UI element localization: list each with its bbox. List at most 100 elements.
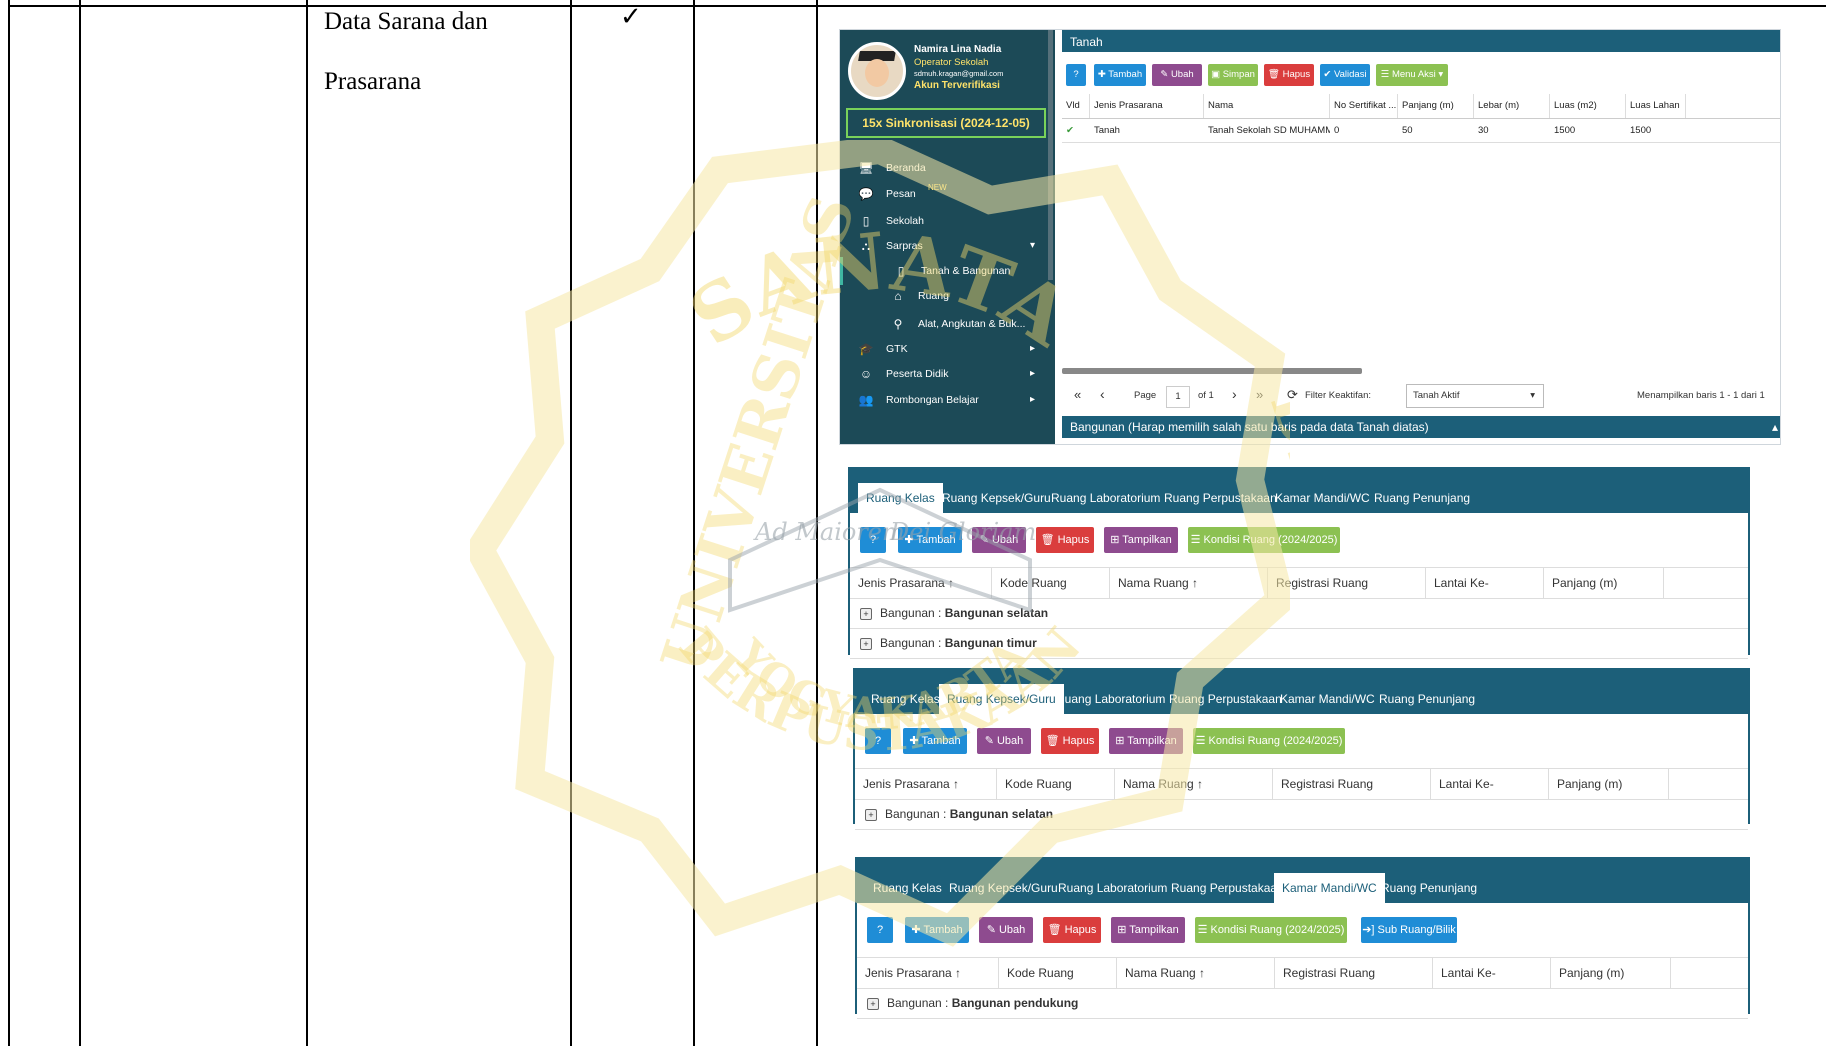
- tab-kamar-mandi-wc[interactable]: Kamar Mandi/WC: [1274, 873, 1385, 903]
- tab-kamar-mandi-wc[interactable]: Kamar Mandi/WC: [1275, 483, 1370, 513]
- tab-ruang-kelas[interactable]: Ruang Kelas: [871, 684, 940, 714]
- tab-ruang-perpustakaan[interactable]: Ruang Perpustakaan: [1169, 684, 1282, 714]
- refresh-icon[interactable]: ⟳: [1287, 387, 1298, 403]
- plus-button[interactable]: ✚ Tambah: [898, 527, 962, 553]
- trash-button[interactable]: 🗑 Hapus: [1043, 917, 1101, 943]
- column-header[interactable]: Jenis Prasarana: [1090, 94, 1204, 118]
- page-input[interactable]: 1: [1166, 386, 1190, 408]
- column-header[interactable]: Registrasi Ruang: [1275, 958, 1433, 988]
- first-page-button[interactable]: «: [1074, 387, 1081, 402]
- column-header[interactable]: Registrasi Ruang: [1273, 769, 1431, 799]
- column-header[interactable]: Kode Ruang: [999, 958, 1117, 988]
- prev-page-button[interactable]: ‹: [1100, 386, 1105, 402]
- column-header[interactable]: Registrasi Ruang: [1268, 568, 1426, 598]
- column-header[interactable]: Panjang (m): [1551, 958, 1671, 988]
- column-header[interactable]: Nama Ruang ↑: [1117, 958, 1275, 988]
- column-header[interactable]: Vld: [1062, 94, 1090, 118]
- column-header[interactable]: Luas (m2): [1550, 94, 1626, 118]
- tab-kamar-mandi-wc[interactable]: Kamar Mandi/WC: [1280, 684, 1375, 714]
- help-button[interactable]: ?: [860, 527, 886, 553]
- tab-ruang-penunjang[interactable]: Ruang Penunjang: [1379, 684, 1475, 714]
- tab-ruang-laboratorium[interactable]: Ruang Laboratorium: [1056, 684, 1165, 714]
- column-header[interactable]: Kode Ruang: [992, 568, 1110, 598]
- trash-button[interactable]: 🗑 Hapus: [1036, 527, 1094, 553]
- filter-select[interactable]: Tanah Aktif ▾: [1406, 384, 1544, 408]
- trash-button[interactable]: 🗑 Hapus: [1041, 728, 1099, 754]
- check-button[interactable]: ✔ Validasi: [1320, 64, 1370, 86]
- sidebar-item[interactable]: ☺ Peserta Didik ▸: [840, 360, 1055, 388]
- expand-plus-icon[interactable]: +: [860, 637, 872, 650]
- save-button[interactable]: ▣ Simpan: [1208, 64, 1258, 86]
- expand-plus-icon[interactable]: +: [867, 997, 879, 1010]
- expand-plus-icon[interactable]: +: [865, 808, 877, 821]
- pencil-button[interactable]: ✎ Ubah: [1152, 64, 1202, 86]
- list-button[interactable]: ☰ Kondisi Ruang (2024/2025): [1195, 917, 1347, 943]
- list-button[interactable]: ☰ Menu Aksi ▾: [1376, 64, 1448, 86]
- tab-ruang-kepsek-guru[interactable]: Ruang Kepsek/Guru: [942, 483, 1051, 513]
- column-header[interactable]: No Sertifikat ...: [1330, 94, 1398, 118]
- column-header[interactable]: Lantai Ke-: [1433, 958, 1551, 988]
- sidebar-item[interactable]: ▯ Sekolah: [840, 207, 1055, 235]
- column-header[interactable]: Nama: [1204, 94, 1330, 118]
- horizontal-scrollbar[interactable]: [1062, 368, 1362, 374]
- column-header[interactable]: Panjang (m): [1549, 769, 1669, 799]
- sidebar-item[interactable]: 💬 Pesan NEW: [840, 180, 1055, 208]
- tab-ruang-laboratorium[interactable]: Ruang Laboratorium: [1058, 873, 1167, 903]
- help-button[interactable]: ?: [867, 917, 893, 943]
- column-header[interactable]: Lebar (m): [1474, 94, 1550, 118]
- list-button[interactable]: ☰ Kondisi Ruang (2024/2025): [1188, 527, 1340, 553]
- column-header[interactable]: Panjang (m): [1398, 94, 1474, 118]
- column-header[interactable]: Jenis Prasarana ↑: [857, 958, 999, 988]
- tab-ruang-penunjang[interactable]: Ruang Penunjang: [1381, 873, 1477, 903]
- pencil-button[interactable]: ✎ Ubah: [972, 527, 1026, 553]
- sidebar-scrollbar[interactable]: [1048, 30, 1053, 280]
- expand-button[interactable]: ⊞ Tampilkan: [1104, 527, 1178, 553]
- tab-ruang-kelas[interactable]: Ruang Kelas: [858, 483, 943, 513]
- plus-button[interactable]: ✚ Tambah: [905, 917, 969, 943]
- column-header[interactable]: Nama Ruang ↑: [1115, 769, 1273, 799]
- expand-button[interactable]: ⊞ Tampilkan: [1111, 917, 1185, 943]
- collapse-icon[interactable]: ▴: [1772, 416, 1778, 438]
- sidebar-item[interactable]: 🖥 Beranda: [840, 154, 1055, 182]
- group-row[interactable]: + Bangunan : Bangunan pendukung: [867, 989, 1078, 1017]
- sidebar-item[interactable]: 👥 Rombongan Belajar ▸: [840, 386, 1055, 414]
- plus-button[interactable]: ✚ Tambah: [1094, 64, 1146, 86]
- column-header[interactable]: Jenis Prasarana ↑: [850, 568, 992, 598]
- column-header[interactable]: Panjang (m): [1544, 568, 1664, 598]
- trash-button[interactable]: 🗑 Hapus: [1264, 64, 1314, 86]
- expand-plus-icon[interactable]: +: [860, 607, 872, 620]
- sidebar-item[interactable]: 🎓 GTK ▸: [840, 335, 1055, 363]
- expand-button[interactable]: ⊞ Tampilkan: [1109, 728, 1183, 754]
- sync-status[interactable]: 15x Sinkronisasi (2024-12-05): [846, 108, 1046, 138]
- tab-ruang-penunjang[interactable]: Ruang Penunjang: [1374, 483, 1470, 513]
- sidebar-item[interactable]: ▯ Tanah & Bangunan: [840, 257, 1058, 285]
- sidebar-item[interactable]: ⌂ Ruang: [840, 282, 1055, 310]
- tab-ruang-perpustakaan[interactable]: Ruang Perpustakaan: [1164, 483, 1277, 513]
- sidebar-item[interactable]: ⛬ Sarpras ▾: [840, 232, 1055, 260]
- column-header[interactable]: Luas Lahan: [1626, 94, 1686, 118]
- tab-ruang-kepsek-guru[interactable]: Ruang Kepsek/Guru: [939, 684, 1064, 714]
- tab-ruang-kepsek-guru[interactable]: Ruang Kepsek/Guru: [949, 873, 1058, 903]
- list-button[interactable]: ☰ Kondisi Ruang (2024/2025): [1193, 728, 1345, 754]
- next-page-button[interactable]: ›: [1232, 386, 1237, 402]
- sign-in-button[interactable]: ➔] Sub Ruang/Bilik: [1361, 917, 1457, 943]
- column-header[interactable]: Lantai Ke-: [1426, 568, 1544, 598]
- group-row[interactable]: + Bangunan : Bangunan timur: [860, 629, 1037, 657]
- plus-button[interactable]: ✚ Tambah: [903, 728, 967, 754]
- help-button[interactable]: ?: [1066, 64, 1086, 86]
- group-row[interactable]: + Bangunan : Bangunan selatan: [860, 599, 1048, 627]
- pencil-button[interactable]: ✎ Ubah: [979, 917, 1033, 943]
- column-header[interactable]: Nama Ruang ↑: [1110, 568, 1268, 598]
- table-row[interactable]: ✔ Tanah Tanah Sekolah SD MUHAMM... 0 50 30 150…: [1062, 120, 1780, 143]
- sidebar-item[interactable]: ⚲ Alat, Angkutan & Buk...: [840, 310, 1055, 338]
- tab-ruang-perpustakaan[interactable]: Ruang Perpustakaan: [1171, 873, 1284, 903]
- help-button[interactable]: ?: [865, 728, 891, 754]
- tab-ruang-kelas[interactable]: Ruang Kelas: [873, 873, 942, 903]
- tab-ruang-laboratorium[interactable]: Ruang Laboratorium: [1051, 483, 1160, 513]
- column-header[interactable]: Kode Ruang: [997, 769, 1115, 799]
- pencil-button[interactable]: ✎ Ubah: [977, 728, 1031, 754]
- column-header[interactable]: Lantai Ke-: [1431, 769, 1549, 799]
- column-header[interactable]: Jenis Prasarana ↑: [855, 769, 997, 799]
- last-page-button[interactable]: »: [1256, 387, 1263, 402]
- group-row[interactable]: + Bangunan : Bangunan selatan: [865, 800, 1053, 828]
